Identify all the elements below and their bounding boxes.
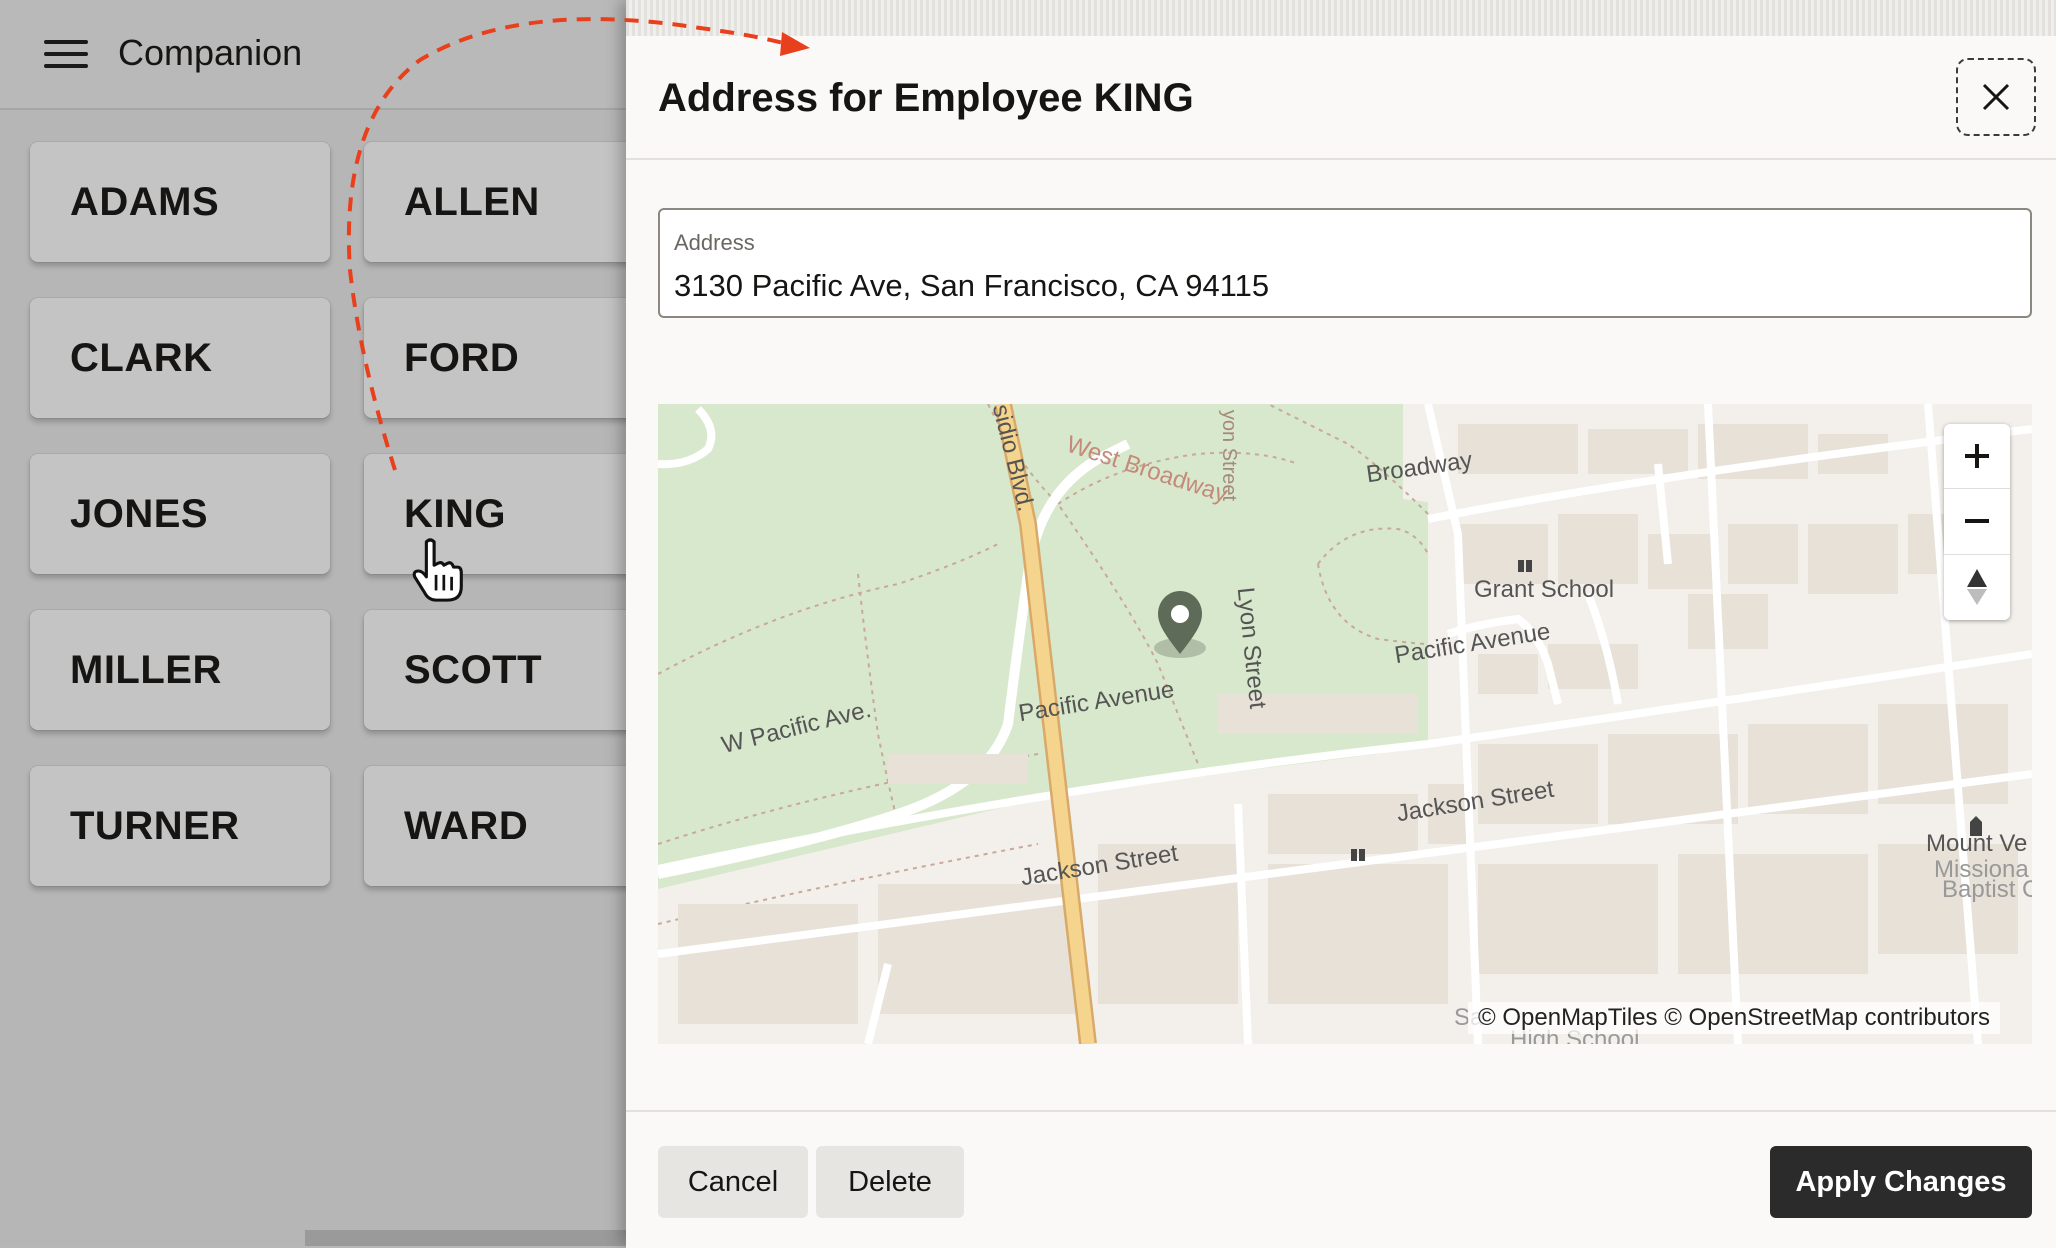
employee-card-scott[interactable]: SCOTT xyxy=(364,610,664,730)
zoom-in-button[interactable] xyxy=(1944,424,2010,488)
reset-north-button[interactable] xyxy=(1944,555,2010,619)
close-icon xyxy=(1982,83,2010,111)
employee-card-jones[interactable]: JONES xyxy=(30,454,330,574)
employee-name: MILLER xyxy=(70,648,222,692)
app-title: Companion xyxy=(118,32,303,73)
employee-card-ward[interactable]: WARD xyxy=(364,766,664,886)
map-label-mount-ve: Mount Ve xyxy=(1926,830,2028,857)
employee-card-allen[interactable]: ALLEN xyxy=(364,142,664,262)
employee-name: ALLEN xyxy=(404,180,540,224)
address-field[interactable]: Address 3130 Pacific Ave, San Francisco,… xyxy=(658,208,2032,318)
map-attribution[interactable]: © OpenMapTiles © OpenStreetMap contribut… xyxy=(1468,1002,2001,1034)
employee-card-miller[interactable]: MILLER xyxy=(30,610,330,730)
map-label-lyon-top: yon Street xyxy=(1218,409,1241,502)
map-label-grant-school: Grant School xyxy=(1474,576,1615,603)
hamburger-menu-icon[interactable] xyxy=(44,40,88,70)
map-label-baptist: Baptist Ch xyxy=(1942,876,2032,903)
address-map[interactable]: Broadway West Broadway sidio Blvd. yon S… xyxy=(658,404,2032,1044)
minus-icon xyxy=(1965,519,1989,523)
employee-card-ford[interactable]: FORD xyxy=(364,298,664,418)
apply-changes-button[interactable]: Apply Changes xyxy=(1770,1146,2032,1218)
cancel-button[interactable]: Cancel xyxy=(658,1146,808,1218)
delete-button[interactable]: Delete xyxy=(816,1146,964,1218)
plus-icon xyxy=(1965,444,1989,468)
employee-name: TURNER xyxy=(70,804,240,848)
drawer-header: Address for Employee KING xyxy=(626,36,2056,160)
address-input[interactable]: 3130 Pacific Ave, San Francisco, CA 9411… xyxy=(674,268,1269,304)
compass-icon xyxy=(1967,569,1987,605)
close-button[interactable] xyxy=(1956,58,2036,136)
map-zoom-controls xyxy=(1944,424,2010,620)
zoom-out-button[interactable] xyxy=(1944,489,2010,553)
employee-name: JONES xyxy=(70,492,209,536)
employee-name: FORD xyxy=(404,336,520,380)
employee-card-adams[interactable]: ADAMS xyxy=(30,142,330,262)
employee-name: WARD xyxy=(404,804,529,848)
address-drawer: Address for Employee KING Address 3130 P… xyxy=(626,0,2056,1248)
drawer-top-strip xyxy=(626,0,2056,36)
employee-name: ADAMS xyxy=(70,180,220,224)
employee-card-clark[interactable]: CLARK xyxy=(30,298,330,418)
employee-name: CLARK xyxy=(70,336,213,380)
employee-card-turner[interactable]: TURNER xyxy=(30,766,330,886)
drawer-title: Address for Employee KING xyxy=(658,76,1194,120)
hand-pointer-cursor-icon xyxy=(412,538,463,602)
drawer-footer: Cancel Delete Apply Changes xyxy=(626,1110,2056,1248)
employee-name: KING xyxy=(404,492,506,536)
address-label: Address xyxy=(674,230,755,255)
employee-name: SCOTT xyxy=(404,648,543,692)
employee-card-king[interactable]: KING xyxy=(364,454,664,574)
drawer-body: Address 3130 Pacific Ave, San Francisco,… xyxy=(626,160,2056,1110)
